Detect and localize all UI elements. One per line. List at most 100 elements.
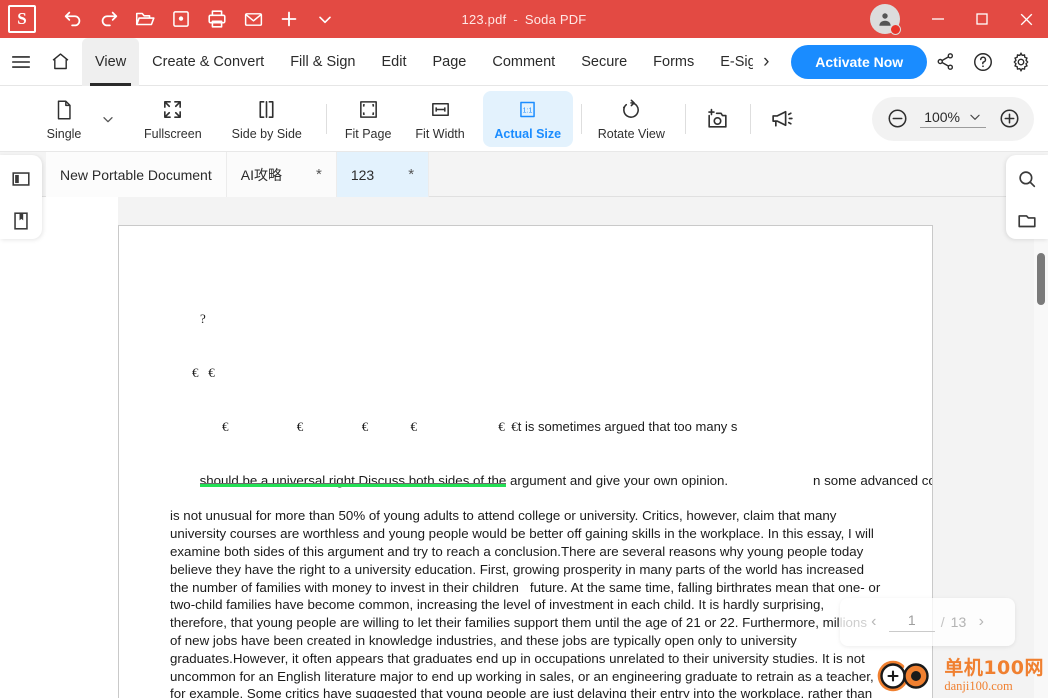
euro-row-1: € €	[192, 364, 215, 380]
window-controls-group	[870, 0, 1048, 38]
zoom-level-value: 100%	[924, 109, 960, 125]
tool-fit-width[interactable]: Fit Width	[407, 91, 472, 147]
zoom-out-button[interactable]	[880, 102, 914, 136]
plus-icon[interactable]	[272, 2, 306, 36]
rotate-view-icon	[620, 97, 642, 123]
menu-tab-comment[interactable]: Comment	[479, 38, 568, 86]
tool-actual-size[interactable]: 1:1 Actual Size	[482, 90, 573, 147]
open-folder-icon[interactable]	[128, 2, 162, 36]
gear-icon[interactable]	[1004, 45, 1038, 79]
menu-bar: View Create & Convert Fill & Sign Edit P…	[0, 37, 1048, 86]
pdf-page-text: ? € € € € € € € €t is sometimes argued t…	[170, 226, 933, 698]
right-rail	[1006, 155, 1048, 239]
toolbar-divider-2	[580, 103, 582, 134]
tool-rotate-view-label: Rotate View	[597, 126, 665, 141]
help-icon[interactable]	[966, 45, 1000, 79]
menu-bar-actions	[928, 45, 1048, 79]
body-line: two-child families have become common, i…	[170, 597, 825, 613]
current-page-input[interactable]: 1	[888, 612, 935, 632]
menu-tab-create-convert[interactable]: Create & Convert	[139, 38, 277, 86]
activate-now-button[interactable]: Activate Now	[791, 44, 928, 79]
watermark-en-text: danji100.com	[944, 679, 1013, 694]
menu-tab-fill-sign[interactable]: Fill & Sign	[277, 38, 368, 86]
menu-tab-edit[interactable]: Edit	[368, 38, 419, 86]
panel-toggle-icon[interactable]	[7, 165, 35, 193]
scrollbar-thumb[interactable]	[1037, 253, 1045, 305]
minimize-button[interactable]	[916, 0, 960, 38]
redo-icon[interactable]	[92, 2, 126, 36]
single-view-dropdown-chevron-icon[interactable]	[94, 99, 122, 139]
menu-tab-forms[interactable]: Forms	[640, 38, 707, 86]
actual-size-icon: 1:1	[517, 97, 538, 123]
line-0-tail: t is sometimes argued that too many s	[517, 419, 738, 435]
menu-tab-secure[interactable]: Secure	[568, 38, 640, 86]
app-logo: S	[8, 5, 36, 33]
prev-page-button[interactable]: ‹	[859, 613, 889, 631]
watermark-logo-icon	[878, 660, 930, 692]
tool-rotate-view[interactable]: Rotate View	[590, 91, 673, 147]
body-line: of new jobs have been created in knowled…	[170, 632, 797, 648]
document-viewport[interactable]: ? € € € € € € € €t is sometimes argued t…	[0, 197, 1048, 698]
zoom-dropdown-chevron-icon	[970, 114, 980, 120]
title-bar: S 123.pdf - Soda PDF	[0, 0, 1048, 38]
body-line: university courses are worthless and you…	[170, 526, 874, 542]
page-navigator[interactable]: ‹ 1 / 13 ›	[840, 598, 1015, 646]
fit-width-icon	[429, 97, 452, 123]
document-name: 123.pdf	[461, 11, 507, 27]
menu-tab-view[interactable]: View	[82, 37, 140, 86]
hamburger-menu-icon[interactable]	[0, 51, 42, 73]
document-scrollbar[interactable]	[1034, 197, 1048, 698]
title-dash: -	[513, 11, 518, 27]
tab-strip-filler	[429, 152, 1048, 196]
doc-tab-123[interactable]: 123 *	[336, 152, 430, 197]
thumbnail-panel-icon[interactable]	[1013, 207, 1041, 235]
tool-fullscreen-label: Fullscreen	[144, 126, 202, 141]
doc-tab-label: AI攻略	[240, 166, 282, 183]
stray-mark: ?	[200, 311, 206, 326]
home-icon[interactable]	[42, 51, 78, 72]
maximize-button[interactable]	[960, 0, 1004, 38]
print-icon[interactable]	[200, 2, 234, 36]
left-side-panel	[0, 197, 118, 698]
tool-fit-page[interactable]: Fit Page	[337, 91, 400, 147]
document-tab-strip: New Portable Document AI攻略 * 123 *	[0, 152, 1048, 197]
avatar[interactable]	[870, 4, 901, 35]
watermark: 单机100网 danji100.com	[876, 656, 1044, 696]
tool-announcements[interactable]	[761, 91, 805, 147]
mail-icon[interactable]	[236, 2, 270, 36]
save-icon[interactable]	[164, 2, 198, 36]
svg-text:1:1: 1:1	[523, 107, 533, 114]
page-single-icon	[53, 97, 75, 123]
search-icon[interactable]	[1013, 165, 1041, 193]
next-page-button[interactable]: ›	[966, 613, 996, 631]
menu-tab-esign[interactable]: E-Sig	[707, 38, 753, 86]
tool-fit-page-label: Fit Page	[344, 126, 392, 141]
chevron-down-icon[interactable]	[308, 2, 342, 36]
bookmark-icon[interactable]	[7, 207, 35, 235]
tool-snapshot[interactable]	[696, 91, 740, 147]
zoom-level-field[interactable]: 100%	[920, 109, 986, 128]
tool-side-by-side[interactable]: Side by Side	[224, 91, 310, 147]
pdf-page[interactable]: ? € € € € € € € €t is sometimes argued t…	[118, 225, 933, 698]
body-line: is not unusual for more than 50% of youn…	[170, 508, 837, 524]
body-line: examine both sides of this argument and …	[170, 543, 864, 559]
avatar-status-dot	[890, 24, 901, 35]
tool-fit-width-label: Fit Width	[415, 126, 465, 141]
side-by-side-icon	[255, 97, 278, 123]
menu-overflow-chevron-icon[interactable]: ›	[753, 51, 779, 73]
doc-tab-new-portable-document[interactable]: New Portable Document	[46, 152, 227, 197]
zoom-in-button[interactable]	[992, 102, 1026, 136]
menu-tab-page[interactable]: Page	[419, 38, 479, 86]
undo-icon[interactable]	[56, 2, 90, 36]
doc-tab-ai-guide[interactable]: AI攻略 *	[226, 152, 337, 197]
tool-fullscreen[interactable]: Fullscreen	[136, 91, 210, 147]
tool-single[interactable]: Single	[34, 91, 94, 147]
doc-tab-modified-marker: *	[408, 166, 415, 183]
share-icon[interactable]	[928, 45, 962, 79]
euro-row-2: € € € € € €t is sometimes argued that to…	[196, 419, 738, 435]
zoom-control: 100%	[872, 96, 1034, 141]
close-button[interactable]	[1004, 0, 1048, 38]
line-1-rest: argument and give your own opinion. n so…	[506, 472, 933, 488]
fullscreen-icon	[161, 97, 184, 123]
body-line: uncommon for an English literature major…	[170, 668, 874, 684]
